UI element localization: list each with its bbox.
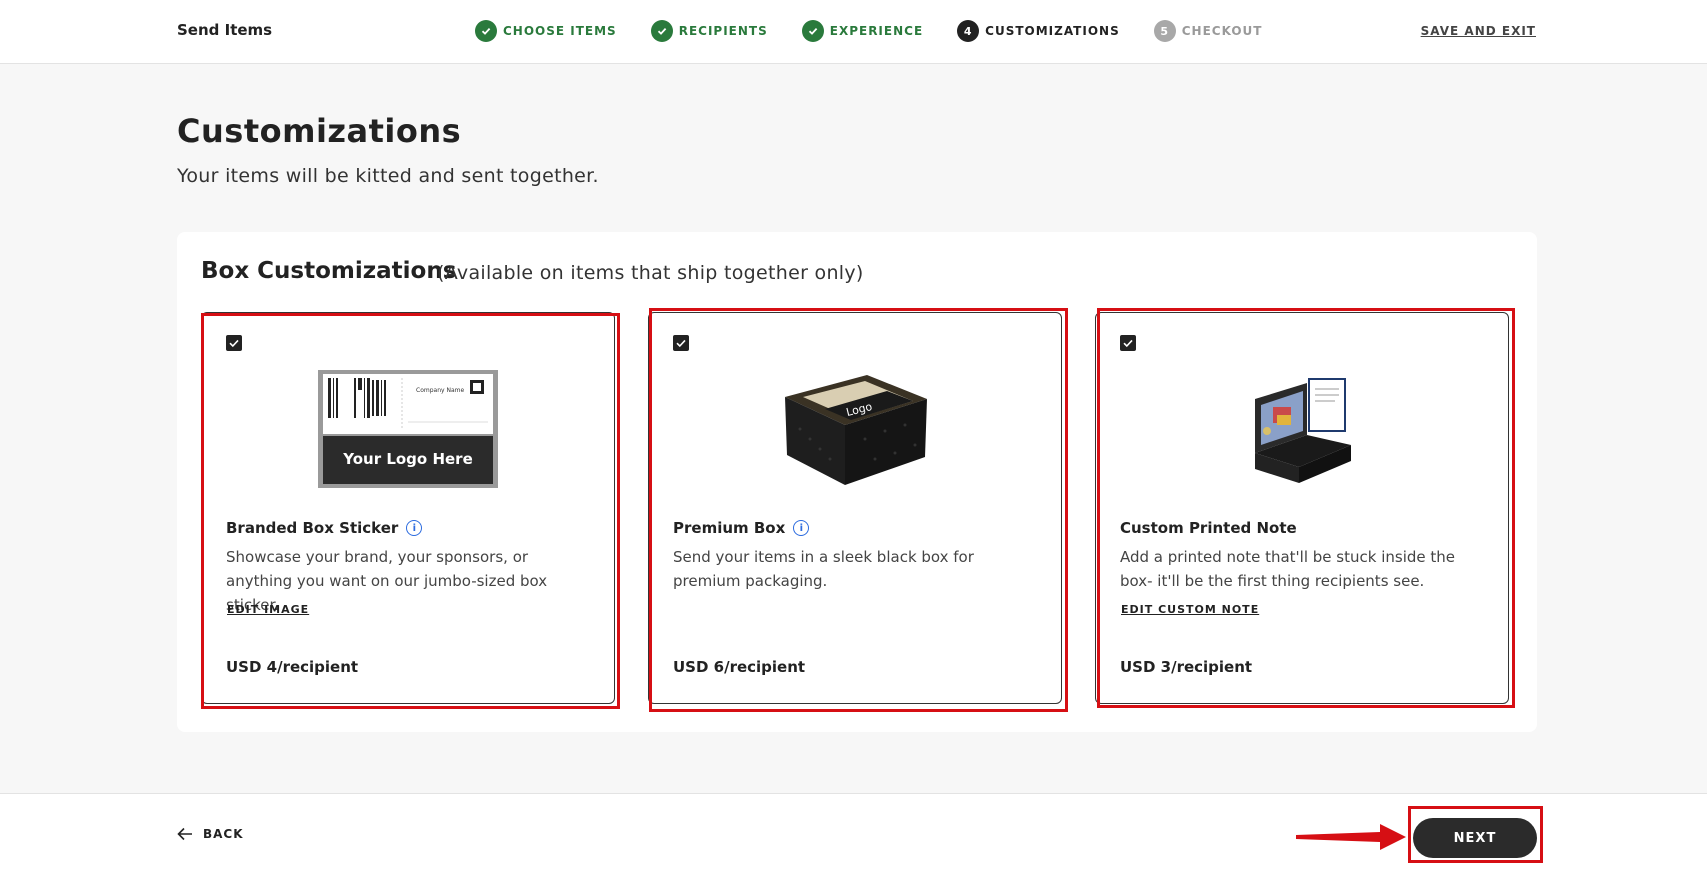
- step-checkout: 5 CHECKOUT: [1153, 20, 1263, 42]
- edit-custom-note-link[interactable]: EDIT CUSTOM NOTE: [1121, 603, 1259, 616]
- panel-title: Box Customizations: [201, 258, 457, 284]
- info-icon[interactable]: i: [406, 520, 423, 536]
- check-icon: [229, 339, 239, 348]
- back-label: BACK: [203, 827, 244, 841]
- sticker-company-text: Company Name: [416, 387, 465, 394]
- card-premium-box[interactable]: Logo Premium Box i Send your items in a …: [648, 312, 1062, 704]
- card-title: Premium Box i: [673, 519, 810, 537]
- checkbox-premium-box[interactable]: [673, 335, 689, 351]
- step-recipients[interactable]: RECIPIENTS: [650, 20, 768, 42]
- step-number: 5: [1153, 20, 1176, 42]
- card-price: USD 4/recipient: [226, 658, 359, 676]
- card-price: USD 6/recipient: [673, 658, 806, 676]
- progress-steps: CHOOSE ITEMS RECIPIENTS EXPERIENCE 4 CUS…: [475, 20, 1296, 42]
- step-customizations: 4 CUSTOMIZATIONS: [957, 20, 1120, 42]
- sticker-image: Company Name Your Logo Here: [313, 369, 503, 489]
- arrow-right-icon: [1296, 824, 1406, 850]
- top-bar: Send Items CHOOSE ITEMS RECIPIENTS EXPER…: [0, 0, 1707, 64]
- check-icon: [1123, 339, 1133, 348]
- card-title-text: Premium Box: [673, 519, 786, 537]
- edit-image-link[interactable]: EDIT IMAGE: [227, 603, 309, 616]
- page-title: Customizations: [177, 112, 462, 150]
- step-label: CHECKOUT: [1181, 24, 1263, 38]
- panel-note: (Available on items that ship together o…: [437, 262, 864, 284]
- card-description: Add a printed note that'll be stuck insi…: [1120, 548, 1455, 590]
- app-title: Send Items: [177, 21, 273, 39]
- card-title: Custom Printed Note: [1120, 519, 1297, 537]
- back-button[interactable]: BACK: [177, 827, 244, 841]
- checkbox-branded-box-sticker[interactable]: [226, 335, 242, 351]
- footer-bar: BACK NEXT: [0, 793, 1707, 877]
- card-custom-printed-note[interactable]: Custom Printed Note Add a printed note t…: [1095, 312, 1509, 704]
- card-description: Send your items in a sleek black box for…: [673, 548, 974, 590]
- checkbox-custom-printed-note[interactable]: [1120, 335, 1136, 351]
- check-icon: [676, 339, 686, 348]
- step-label: CHOOSE ITEMS: [503, 24, 617, 38]
- printed-note-image: [1207, 369, 1397, 489]
- check-icon: [475, 20, 497, 42]
- arrow-left-icon: [177, 827, 192, 841]
- save-and-exit-link[interactable]: SAVE AND EXIT: [1421, 24, 1536, 38]
- card-title-text: Branded Box Sticker: [226, 519, 399, 537]
- card-branded-box-sticker[interactable]: Company Name Your Logo Here Branded Box …: [201, 312, 615, 704]
- step-label: CUSTOMIZATIONS: [985, 24, 1120, 38]
- card-title: Branded Box Sticker i: [226, 519, 423, 537]
- page-subtitle: Your items will be kitted and sent toget…: [177, 165, 599, 187]
- card-title-text: Custom Printed Note: [1120, 519, 1297, 537]
- sticker-logo-text: Your Logo Here: [343, 450, 473, 468]
- step-number: 4: [957, 20, 980, 42]
- check-icon: [801, 20, 824, 42]
- check-icon: [650, 20, 673, 42]
- box-customizations-panel: Box Customizations (Available on items t…: [177, 232, 1537, 732]
- step-label: RECIPIENTS: [678, 24, 768, 38]
- card-price: USD 3/recipient: [1120, 658, 1253, 676]
- next-button[interactable]: NEXT: [1413, 818, 1537, 858]
- step-label: EXPERIENCE: [829, 24, 924, 38]
- step-experience[interactable]: EXPERIENCE: [801, 20, 924, 42]
- premium-box-image: Logo: [760, 369, 950, 489]
- step-choose-items[interactable]: CHOOSE ITEMS: [475, 20, 617, 42]
- info-icon[interactable]: i: [793, 520, 810, 536]
